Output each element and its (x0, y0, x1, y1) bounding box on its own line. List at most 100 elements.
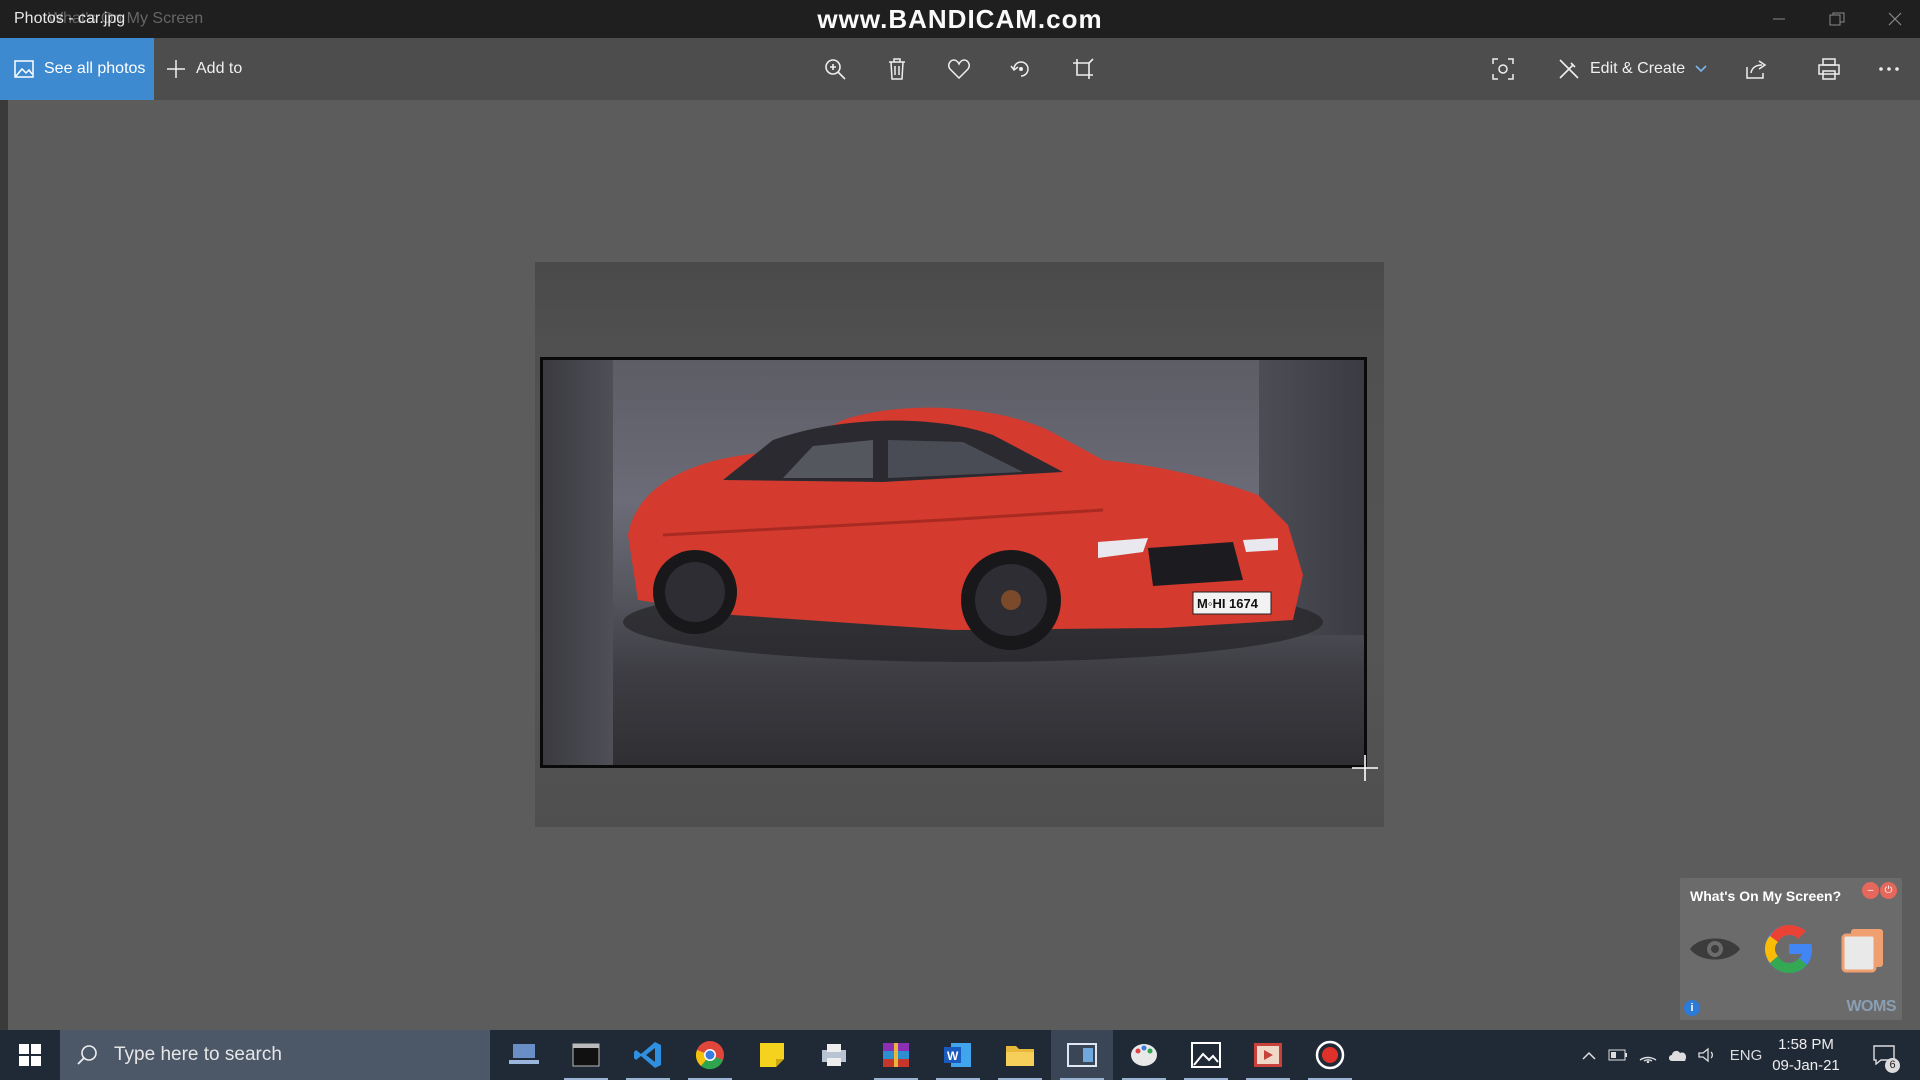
google-icon (1765, 925, 1812, 973)
battery-icon (1608, 1049, 1627, 1061)
add-to-button[interactable]: Add to (166, 38, 242, 100)
video-editor-icon (1254, 1043, 1282, 1067)
printer-app-icon (822, 1044, 846, 1066)
woms-title: What's On My Screen? (1690, 888, 1842, 904)
woms-eye-button[interactable] (1686, 920, 1744, 978)
minimize-icon (1773, 18, 1785, 20)
tray-onedrive[interactable] (1664, 1030, 1692, 1080)
windows-logo-icon (19, 1044, 41, 1066)
file-explorer-icon (1006, 1046, 1034, 1066)
more-options-button[interactable] (1867, 38, 1911, 100)
taskbar-app-paint[interactable] (1113, 1030, 1175, 1080)
taskbar-app-word[interactable]: W (927, 1030, 989, 1080)
woms-widget: What's On My Screen? – ⏻ i WOMS (1680, 878, 1902, 1020)
clock-time: 1:58 PM (1778, 1036, 1834, 1053)
terminal-icon (572, 1043, 600, 1067)
tray-battery[interactable] (1604, 1030, 1632, 1080)
enhance-button[interactable] (1481, 38, 1525, 100)
more-icon (1879, 67, 1899, 71)
chevron-up-icon (1582, 1051, 1596, 1060)
taskbar-app-photos[interactable] (1175, 1030, 1237, 1080)
taskbar-app-video-editor[interactable] (1237, 1030, 1299, 1080)
taskbar-app-printer[interactable] (803, 1030, 865, 1080)
woms-brand: WOMS (1846, 998, 1896, 1015)
license-plate-text: M◦HI 1674 (1197, 596, 1259, 611)
see-all-photos-label: See all photos (44, 60, 146, 77)
taskbar-app-snip[interactable] (1051, 1030, 1113, 1080)
edit-create-icon (1559, 59, 1579, 79)
tray-volume[interactable] (1694, 1030, 1722, 1080)
print-button[interactable] (1807, 38, 1851, 100)
print-icon (1818, 58, 1840, 80)
tray-network[interactable] (1634, 1030, 1662, 1080)
share-button[interactable] (1735, 38, 1779, 100)
share-icon (1746, 60, 1767, 79)
photo-icon (14, 60, 34, 78)
tray-language[interactable]: ENG (1726, 1030, 1766, 1080)
woms-minimize-button[interactable]: – (1862, 882, 1879, 899)
photos-icon (1191, 1042, 1221, 1068)
woms-copy-button[interactable] (1834, 920, 1892, 978)
chevron-down-icon (1695, 65, 1707, 73)
favorite-icon (948, 59, 970, 79)
enhance-icon (1492, 58, 1514, 80)
taskbar-app-file-explorer[interactable] (989, 1030, 1051, 1080)
photos-toolbar: See all photos Add to Edit & Create (0, 38, 1920, 100)
restore-icon (1829, 12, 1845, 26)
eye-icon (1690, 938, 1740, 960)
crop-icon (1073, 58, 1094, 79)
crop-selection[interactable]: M◦HI 1674 (540, 357, 1367, 768)
minimize-button[interactable] (1750, 0, 1808, 38)
copy-icon (1841, 929, 1883, 973)
delete-icon (889, 58, 905, 80)
woms-power-button[interactable]: ⏻ (1880, 882, 1897, 899)
taskbar-app-network[interactable] (493, 1030, 555, 1080)
tray-clock[interactable]: 1:58 PM 09-Jan-21 (1770, 1034, 1842, 1076)
taskbar-app-bandicam[interactable] (1299, 1030, 1361, 1080)
woms-power-icon: ⏻ (1884, 885, 1893, 896)
woms-minimize-icon: – (1867, 885, 1874, 896)
notification-count-badge: 6 (1885, 1058, 1900, 1073)
vscode-icon (634, 1042, 661, 1068)
search-icon (77, 1045, 97, 1065)
sticky-notes-icon (760, 1043, 784, 1067)
plus-icon (167, 60, 185, 78)
zoom-icon (825, 59, 846, 80)
woms-google-button[interactable] (1760, 920, 1818, 978)
speaker-icon (1698, 1047, 1713, 1063)
window-left-edge (0, 100, 8, 1030)
delete-button[interactable] (875, 38, 919, 100)
crop-button[interactable] (1061, 38, 1105, 100)
bandicam-record-icon (1315, 1040, 1345, 1070)
taskbar-app-vscode[interactable] (617, 1030, 679, 1080)
maximize-button[interactable] (1808, 0, 1866, 38)
bandicam-watermark: www.BANDICAM.com (817, 4, 1103, 34)
taskbar-app-sticky-notes[interactable] (741, 1030, 803, 1080)
wifi-icon (1639, 1056, 1657, 1063)
see-all-photos-button[interactable]: See all photos (0, 38, 154, 100)
title-bar: What's On My Screen Photos - car.jpg www… (0, 0, 1920, 38)
favorite-button[interactable] (937, 38, 981, 100)
action-center-button[interactable] (1864, 1030, 1904, 1080)
network-app-icon (509, 1044, 539, 1064)
crosshair-cursor-icon (1352, 755, 1378, 781)
car-illustration: M◦HI 1674 (623, 407, 1323, 662)
taskbar-app-chrome[interactable] (679, 1030, 741, 1080)
taskbar-app-terminal[interactable] (555, 1030, 617, 1080)
woms-info-button[interactable]: i (1684, 1000, 1700, 1016)
taskbar-app-winrar[interactable] (865, 1030, 927, 1080)
chrome-icon (695, 1041, 724, 1070)
edit-create-button[interactable]: Edit & Create (1558, 38, 1707, 100)
svg-text:W: W (947, 1049, 959, 1063)
start-button[interactable] (0, 1030, 60, 1080)
close-button[interactable] (1866, 0, 1920, 38)
rotate-icon (1010, 61, 1029, 77)
rotate-button[interactable] (999, 38, 1043, 100)
zoom-button[interactable] (813, 38, 857, 100)
close-icon (1888, 12, 1902, 26)
taskbar-search-box[interactable]: Type here to search (60, 1030, 490, 1080)
snip-icon (1067, 1043, 1097, 1067)
tray-overflow-button[interactable] (1576, 1030, 1602, 1080)
taskbar: Type here to search W ENG 1:58 PM 09-Jan… (0, 1030, 1920, 1080)
winrar-icon (883, 1043, 909, 1067)
